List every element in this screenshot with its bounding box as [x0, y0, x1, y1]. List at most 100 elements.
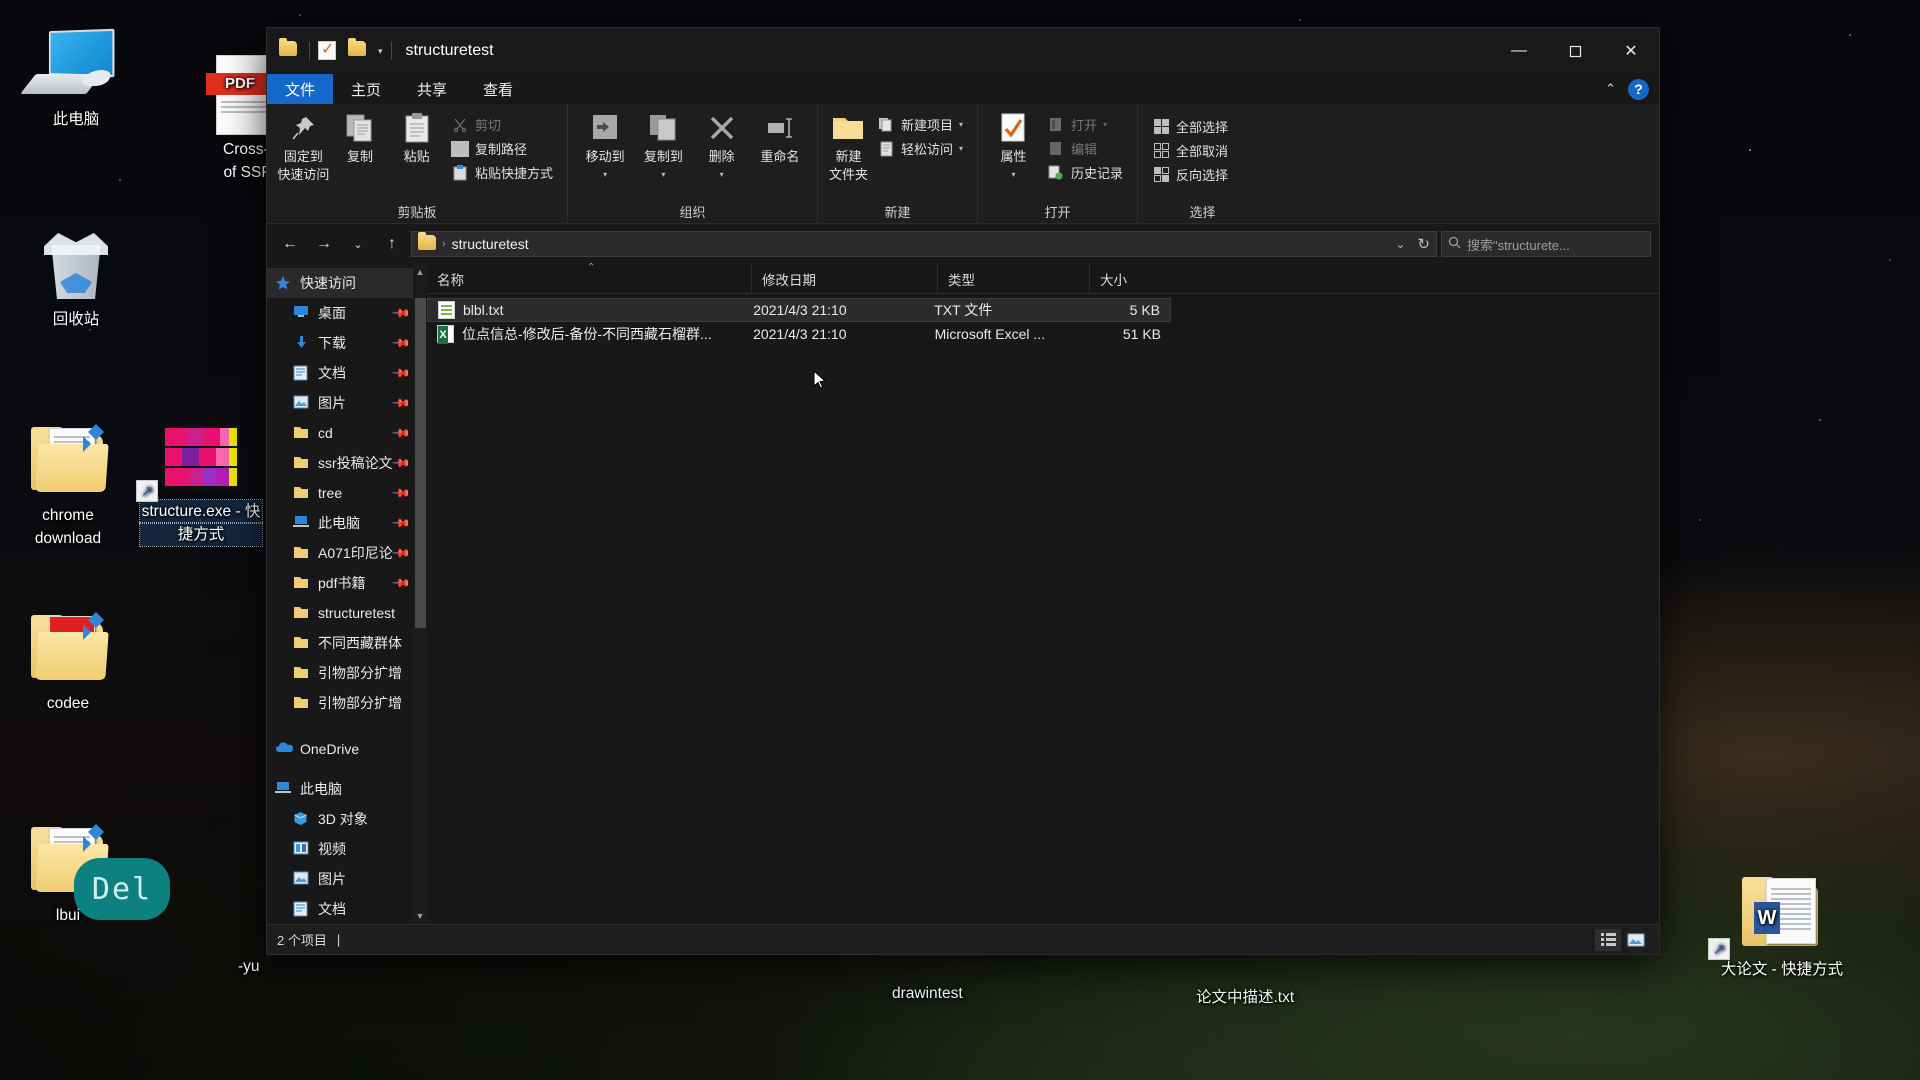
chevron-up-icon[interactable]: ⌃ [1605, 81, 1616, 97]
table-row[interactable]: blbl.txt 2021/4/3 21:10 TXT 文件 5 KB [427, 298, 1171, 322]
maximize-button[interactable] [1547, 28, 1603, 74]
desktop-label-lunwen-txt[interactable]: 论文中描述.txt [1196, 985, 1294, 1007]
chevron-down-icon[interactable]: ▾ [603, 167, 607, 182]
nav-item-primer-1[interactable]: 引物部分扩增 [267, 658, 427, 688]
nav-item-onedrive[interactable]: OneDrive [267, 734, 427, 764]
rename-button[interactable]: 重命名 [753, 110, 807, 182]
pin-icon[interactable]: 📌 [391, 543, 411, 563]
chevron-down-icon[interactable]: ▾ [1103, 120, 1107, 129]
paste-button[interactable]: 粘贴 [390, 110, 443, 183]
nav-item-primer-2[interactable]: 引物部分扩增 [267, 688, 427, 718]
scrollbar-thumb[interactable] [415, 298, 426, 628]
address-bar[interactable]: › structuretest ⌄ ↻ [411, 231, 1437, 257]
new-folder-icon[interactable] [348, 38, 370, 61]
desktop-icon-chrome-download[interactable]: chrome download [10, 418, 126, 550]
column-header-type[interactable]: 类型 [937, 263, 1089, 294]
pin-icon[interactable]: 📌 [391, 453, 411, 473]
select-all-button[interactable]: 全部选择 [1148, 116, 1232, 137]
cut-button[interactable]: 剪切 [447, 114, 557, 135]
pin-icon[interactable]: 📌 [391, 513, 411, 533]
chevron-down-icon[interactable]: ▼ [413, 908, 427, 924]
chevron-up-icon[interactable]: ▲ [413, 264, 427, 280]
chevron-down-icon[interactable]: ▾ [661, 167, 665, 182]
file-list-pane[interactable]: 名称 ⌃ 修改日期 类型 大小 blbl.txt 2021/4/3 21:10 … [427, 262, 1659, 924]
large-icons-view-button[interactable] [1623, 929, 1649, 951]
nav-item-documents[interactable]: 文档 📌 [267, 358, 427, 388]
properties-checkmark-icon[interactable] [318, 39, 340, 61]
search-box[interactable]: 搜索"structurete... [1441, 231, 1651, 257]
pin-icon[interactable]: 📌 [391, 303, 411, 323]
nav-item-structuretest[interactable]: structuretest [267, 598, 427, 628]
help-button[interactable]: ? [1628, 78, 1649, 100]
move-to-button[interactable]: 移动到 ▾ [578, 110, 632, 182]
pin-to-quick-access-button[interactable]: 固定到 快速访问 [277, 110, 330, 183]
nav-item-pdf-books[interactable]: pdf书籍 📌 [267, 568, 427, 598]
nav-item-tibet-groups[interactable]: 不同西藏群体 [267, 628, 427, 658]
pin-icon[interactable]: 📌 [391, 333, 411, 353]
chevron-down-icon[interactable]: ▾ [720, 167, 724, 182]
nav-item-documents-pc[interactable]: 文档 [267, 894, 427, 924]
desktop-icon-this-pc[interactable]: 此电脑 [18, 22, 134, 131]
navigation-pane[interactable]: 快速访问 桌面 📌 下载 📌 文档 📌 图片 📌 cd 📌 ssr投稿论文 📌 … [267, 264, 427, 924]
pin-icon[interactable]: 📌 [391, 483, 411, 503]
nav-item-ssr-paper[interactable]: ssr投稿论文 📌 [267, 448, 427, 478]
nav-item-desktop[interactable]: 桌面 📌 [267, 298, 427, 328]
desktop-label-partial-yu[interactable]: -yu [238, 958, 260, 976]
pin-icon[interactable]: 📌 [391, 423, 411, 443]
pin-icon[interactable]: 📌 [391, 363, 411, 383]
pin-icon[interactable]: 📌 [391, 393, 411, 413]
column-header-size[interactable]: 大小 [1089, 263, 1189, 294]
invert-selection-button[interactable]: 反向选择 [1148, 164, 1232, 185]
tab-home[interactable]: 主页 [333, 74, 399, 104]
column-header-name[interactable]: 名称 ⌃ [427, 262, 751, 294]
history-button[interactable]: 历史记录 [1043, 162, 1127, 183]
table-row[interactable]: 位点信总-修改后-备份-不同西藏石榴群... 2021/4/3 21:10 Mi… [427, 322, 1171, 346]
nav-item-quick-access[interactable]: 快速访问 [267, 268, 427, 298]
desktop-icon-structure-exe-shortcut[interactable]: ↗ structure.exe - 快 捷方式 [136, 414, 263, 547]
chevron-down-icon[interactable]: ▾ [1011, 167, 1015, 182]
easy-access-button[interactable]: 轻松访问 ▾ [873, 138, 967, 159]
copy-to-button[interactable]: 复制到 ▾ [636, 110, 690, 182]
nav-item-tree[interactable]: tree 📌 [267, 478, 427, 508]
desktop-icon-recycle-bin[interactable]: 回收站 [18, 222, 134, 331]
tab-share[interactable]: 共享 [399, 74, 465, 104]
refresh-icon[interactable]: ↻ [1417, 235, 1430, 253]
new-folder-button[interactable]: 新建 文件夹 [828, 110, 869, 182]
chevron-down-icon[interactable]: ⌄ [1395, 237, 1405, 251]
edit-button[interactable]: 编辑 [1043, 138, 1127, 159]
tab-file[interactable]: 文件 [267, 74, 334, 104]
minimize-button[interactable]: — [1491, 28, 1547, 74]
forward-button[interactable]: → [309, 230, 339, 258]
select-none-button[interactable]: 全部取消 [1148, 140, 1232, 161]
pin-icon[interactable]: 📌 [391, 573, 411, 593]
nav-pane-scrollbar[interactable]: ▲ ▼ [413, 264, 427, 924]
desktop-label-drawintest[interactable]: drawintest [892, 985, 963, 1003]
chevron-down-icon[interactable]: ▾ [959, 144, 963, 153]
chevron-down-icon[interactable]: ▾ [378, 46, 383, 57]
chevron-down-icon[interactable]: ▾ [959, 120, 963, 129]
desktop-icon-dalunwen-shortcut[interactable]: W ↗ 大论文 - 快捷方式 [1708, 872, 1852, 981]
properties-button[interactable]: 属性 ▾ [988, 110, 1039, 183]
paste-shortcut-button[interactable]: 粘贴快捷方式 [447, 162, 557, 183]
copy-button[interactable]: 复制 [334, 110, 387, 183]
nav-item-this-pc[interactable]: 此电脑 [267, 774, 427, 804]
nav-item-a071[interactable]: A071印尼论 📌 [267, 538, 427, 568]
open-button[interactable]: 打开 ▾ [1043, 114, 1127, 135]
folder-icon[interactable] [279, 38, 301, 61]
new-item-button[interactable]: 新建项目 ▾ [873, 114, 967, 135]
column-header-modified[interactable]: 修改日期 [751, 263, 937, 294]
nav-item-downloads[interactable]: 下载 📌 [267, 328, 427, 358]
nav-item-pictures-pc[interactable]: 图片 [267, 864, 427, 894]
nav-item-3d-objects[interactable]: 3D 对象 [267, 804, 427, 834]
nav-item-this-pc-pinned[interactable]: 此电脑 📌 [267, 508, 427, 538]
back-button[interactable]: ← [275, 230, 305, 258]
breadcrumb-item[interactable]: structuretest [452, 236, 529, 252]
delete-button[interactable]: 删除 ▾ [695, 110, 749, 182]
close-button[interactable]: ✕ [1603, 28, 1659, 74]
nav-item-videos[interactable]: 视频 [267, 834, 427, 864]
nav-item-pictures[interactable]: 图片 📌 [267, 388, 427, 418]
recent-locations-button[interactable]: ⌄ [343, 230, 373, 258]
copy-path-button[interactable]: 复制路径 [447, 138, 557, 159]
up-button[interactable]: ↑ [377, 230, 407, 258]
nav-item-cd[interactable]: cd 📌 [267, 418, 427, 448]
